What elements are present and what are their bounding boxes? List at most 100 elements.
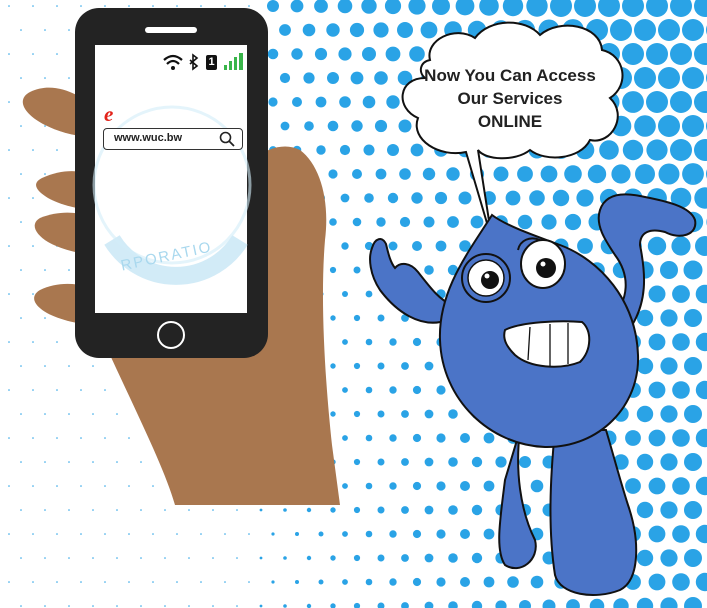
halftone-dot [387,192,399,204]
halftone-dot [352,217,362,227]
halftone-dot [389,386,397,394]
halftone-dot [377,362,385,370]
halftone-dot [660,597,678,608]
halftone-dot [401,506,409,514]
halftone-dot [44,77,46,79]
halftone-dot [104,533,106,535]
halftone-dot [389,434,397,442]
halftone-dot [646,0,668,17]
halftone-dot [672,285,690,303]
halftone-dot [128,533,130,535]
halftone-dot [636,357,654,375]
mascot-eye-left [461,253,511,303]
halftone-dot [68,605,70,607]
halftone-dot [20,365,22,367]
halftone-dot [599,140,619,160]
halftone-dot [541,214,557,230]
halftone-dot [694,91,707,113]
halftone-dot [387,144,399,156]
halftone-dot [682,19,704,41]
halftone-dot [304,121,314,131]
halftone-dot [365,578,373,586]
halftone-dot [326,23,340,37]
halftone-dot [505,190,521,206]
halftone-dot [483,480,495,492]
halftone-dot [80,533,82,535]
halftone-dot [365,434,373,442]
halftone-dot [314,0,328,13]
halftone-dot [104,485,106,487]
halftone-dot [8,341,10,343]
halftone-dot [116,509,118,511]
halftone-dot [104,389,106,391]
halftone-dot [446,167,460,181]
halftone-dot [236,557,238,559]
halftone-dot [128,485,130,487]
halftone-dot [8,101,10,103]
halftone-dot [377,410,385,418]
halftone-dot [330,603,336,608]
halftone-dot [412,529,422,539]
halftone-dot [8,389,10,391]
halftone-dot [374,71,388,85]
halftone-dot [20,269,22,271]
halftone-dot [152,485,154,487]
halftone-dot [152,5,154,7]
halftone-dot [636,597,654,608]
halftone-dot [56,533,58,535]
halftone-dot [598,0,620,17]
halftone-dot [283,604,287,608]
halftone-dot [8,581,10,583]
halftone-dot [68,269,70,271]
halftone-dot [339,96,351,108]
halftone-dot [636,501,654,519]
halftone-dot [682,115,704,137]
halftone-dot [318,531,324,537]
halftone-dot [436,481,446,491]
halftone-dot [353,410,361,418]
halftone-dot [248,581,250,583]
halftone-dot [295,580,299,584]
halftone-dot [436,577,446,587]
halftone-dot [80,5,82,7]
search-icon[interactable] [218,130,236,148]
halftone-dot [200,5,202,7]
halftone-dot [116,461,118,463]
halftone-dot [502,0,524,17]
halftone-dot [672,429,690,447]
halftone-dot [188,509,190,511]
halftone-dot [152,533,154,535]
halftone-dot [483,432,495,444]
halftone-dot [188,557,190,559]
halftone-dot [314,47,328,61]
halftone-dot [424,553,434,563]
halftone-dot [92,509,94,511]
halftone-dot [424,457,434,467]
halftone-dot [32,245,34,247]
halftone-dot [648,477,666,495]
halftone-dot [420,21,438,39]
halftone-dot [362,47,376,61]
halftone-dot [432,0,450,15]
halftone-dot [471,504,483,516]
halftone-dot [353,506,361,514]
halftone-dot [292,97,302,107]
url-bar[interactable]: www.wuc.bw [103,128,243,150]
halftone-dot [658,163,680,185]
halftone-dot [683,260,703,280]
halftone-dot [20,125,22,127]
halftone-dot [80,581,82,583]
halftone-dot [455,0,475,16]
halftone-dot [116,557,118,559]
halftone-dot [564,165,582,183]
halftone-dot [8,293,10,295]
halftone-dot [353,266,361,274]
halftone-dot [20,77,22,79]
halftone-dot [8,197,10,199]
halftone-dot [128,581,130,583]
halftone-dot [660,357,678,375]
halftone-dot [68,77,70,79]
halftone-dot [377,506,385,514]
halftone-dot [44,29,46,31]
halftone-dot [318,579,324,585]
